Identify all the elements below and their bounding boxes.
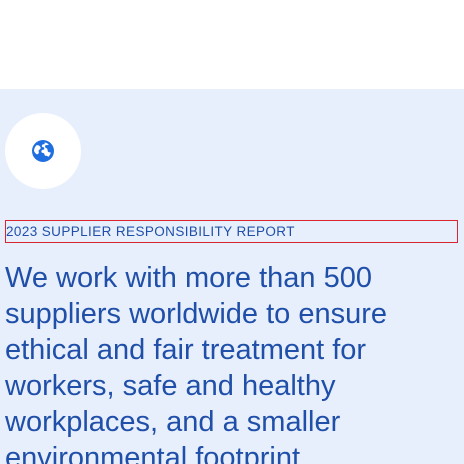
- report-hero-panel: 2023 SUPPLIER RESPONSIBILITY REPORT We w…: [0, 89, 464, 464]
- globe-badge: [5, 113, 81, 189]
- report-kicker: 2023 SUPPLIER RESPONSIBILITY REPORT: [5, 220, 458, 243]
- report-headline: We work with more than 500 suppliers wor…: [5, 262, 388, 464]
- globe-icon: [31, 139, 55, 163]
- top-whitespace: [0, 0, 464, 89]
